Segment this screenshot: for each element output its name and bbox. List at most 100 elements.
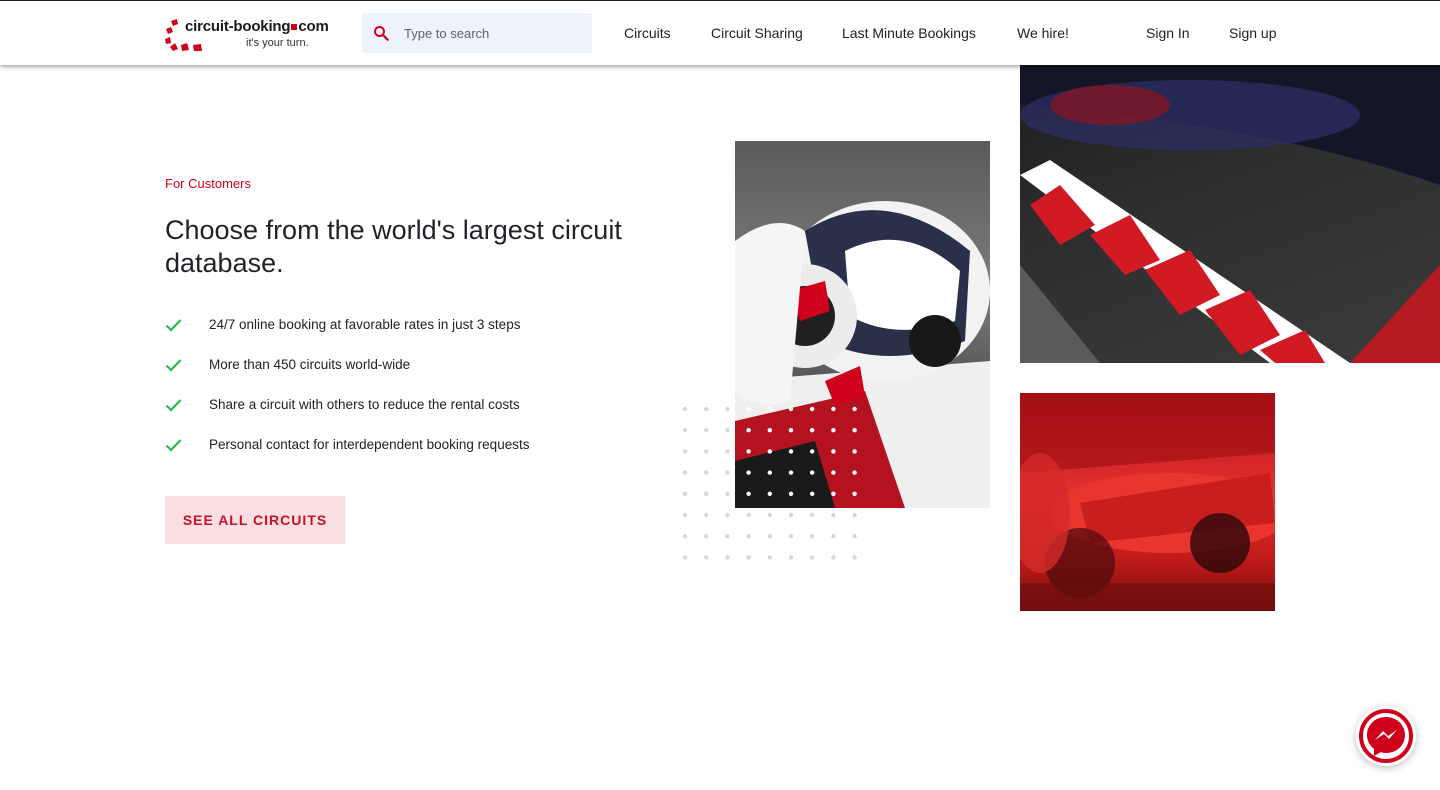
grid-dot — [831, 470, 836, 475]
grid-dot — [746, 555, 751, 560]
formula-car-illustration — [1020, 393, 1275, 611]
grid-dot — [767, 428, 772, 433]
grid-dot — [767, 512, 772, 518]
search-icon[interactable] — [372, 24, 390, 42]
grid-dot — [788, 470, 794, 475]
grid-dot — [810, 449, 815, 454]
grid-dot — [831, 534, 836, 539]
grid-dot — [788, 512, 794, 518]
grid-dot — [831, 428, 836, 433]
grid-dot — [704, 428, 709, 433]
feature-text: 24/7 online booking at favorable rates i… — [209, 317, 521, 332]
messenger-icon — [1359, 709, 1413, 763]
sign-up-link[interactable]: Sign up — [1229, 25, 1276, 41]
grid-dot — [682, 449, 688, 454]
grid-dot — [810, 555, 815, 560]
grid-dot — [746, 491, 751, 496]
grid-dot — [725, 491, 730, 496]
search-box[interactable] — [362, 13, 592, 53]
grid-dot — [831, 512, 836, 518]
grid-dot — [682, 470, 688, 475]
grid-dot — [852, 449, 857, 454]
grid-dot — [852, 406, 857, 412]
feature-text: Share a circuit with others to reduce th… — [209, 397, 520, 412]
feature-text: More than 450 circuits world-wide — [209, 357, 411, 372]
grid-dot — [682, 534, 688, 539]
check-icon — [165, 319, 182, 332]
grid-dot — [704, 406, 709, 412]
site-header: circuit-bookingcom it's your turn. Circu… — [0, 1, 1440, 65]
grid-dot — [767, 406, 772, 412]
grid-dot — [704, 470, 709, 475]
grid-dot — [725, 534, 730, 539]
nav-circuits[interactable]: Circuits — [624, 25, 671, 41]
feature-item: Personal contact for interdependent book… — [165, 436, 529, 476]
grid-dot — [810, 534, 815, 539]
messenger-chat-button[interactable] — [1356, 706, 1416, 766]
grid-dot — [767, 491, 772, 496]
grid-dot — [852, 491, 857, 496]
logo-dot-icon — [291, 23, 298, 30]
grid-dot — [831, 449, 836, 454]
grid-dot — [852, 428, 857, 433]
grid-dot — [831, 406, 836, 412]
nav-last-minute-bookings[interactable]: Last Minute Bookings — [842, 25, 976, 41]
grid-dot — [682, 555, 688, 560]
grid-dot — [810, 428, 815, 433]
see-all-circuits-button[interactable]: SEE ALL CIRCUITS — [165, 496, 345, 544]
grid-dot — [831, 555, 836, 560]
grid-dot — [810, 470, 815, 475]
grid-dot — [810, 491, 815, 496]
grid-dot — [852, 534, 857, 539]
grid-dot — [746, 428, 751, 433]
logo[interactable]: circuit-booking com it's your turn. — [165, 15, 335, 55]
grid-dot — [704, 555, 709, 560]
grid-dot — [788, 406, 794, 412]
check-icon — [165, 399, 182, 412]
grid-dot — [682, 491, 688, 496]
section-eyebrow: For Customers — [165, 176, 251, 191]
grid-dot — [725, 406, 730, 412]
grid-dot — [725, 428, 730, 433]
decorative-dot-grid — [682, 406, 857, 560]
race-curb-illustration — [1020, 65, 1440, 363]
feature-list: 24/7 online booking at favorable rates i… — [165, 316, 529, 476]
grid-dot — [704, 512, 709, 518]
grid-dot — [788, 491, 794, 496]
hero-headline: Choose from the world's largest circuit … — [165, 215, 622, 278]
grid-dot — [746, 449, 751, 454]
check-icon — [165, 359, 182, 372]
grid-dot — [725, 512, 730, 518]
grid-dot — [788, 428, 794, 433]
grid-dot — [852, 555, 857, 560]
nav-circuit-sharing[interactable]: Circuit Sharing — [711, 25, 803, 41]
grid-dot — [746, 534, 751, 539]
race-curb-photo — [1020, 65, 1440, 363]
search-input[interactable] — [402, 24, 576, 42]
grid-dot — [682, 406, 688, 412]
grid-dot — [852, 512, 857, 518]
sign-in-link[interactable]: Sign In — [1146, 25, 1190, 41]
feature-text: Personal contact for interdependent book… — [209, 437, 530, 452]
logo-tagline: it's your turn. — [246, 37, 309, 49]
grid-dot — [725, 470, 730, 475]
grid-dot — [746, 512, 751, 518]
feature-item: More than 450 circuits world-wide — [165, 356, 529, 396]
grid-dot — [788, 555, 794, 560]
grid-dot — [767, 470, 772, 475]
nav-we-hire[interactable]: We hire! — [1017, 25, 1069, 41]
feature-item: 24/7 online booking at favorable rates i… — [165, 316, 529, 356]
grid-dot — [767, 534, 772, 539]
grid-dot — [767, 555, 772, 560]
grid-dot — [746, 470, 751, 475]
grid-dot — [704, 491, 709, 496]
check-icon — [165, 439, 182, 452]
grid-dot — [704, 534, 709, 539]
grid-dot — [767, 449, 772, 454]
grid-dot — [682, 428, 688, 433]
formula-car-pitstop-photo — [1020, 393, 1275, 611]
grid-dot — [704, 449, 709, 454]
grid-dot — [852, 470, 857, 475]
grid-dot — [725, 449, 730, 454]
grid-dot — [810, 512, 815, 518]
